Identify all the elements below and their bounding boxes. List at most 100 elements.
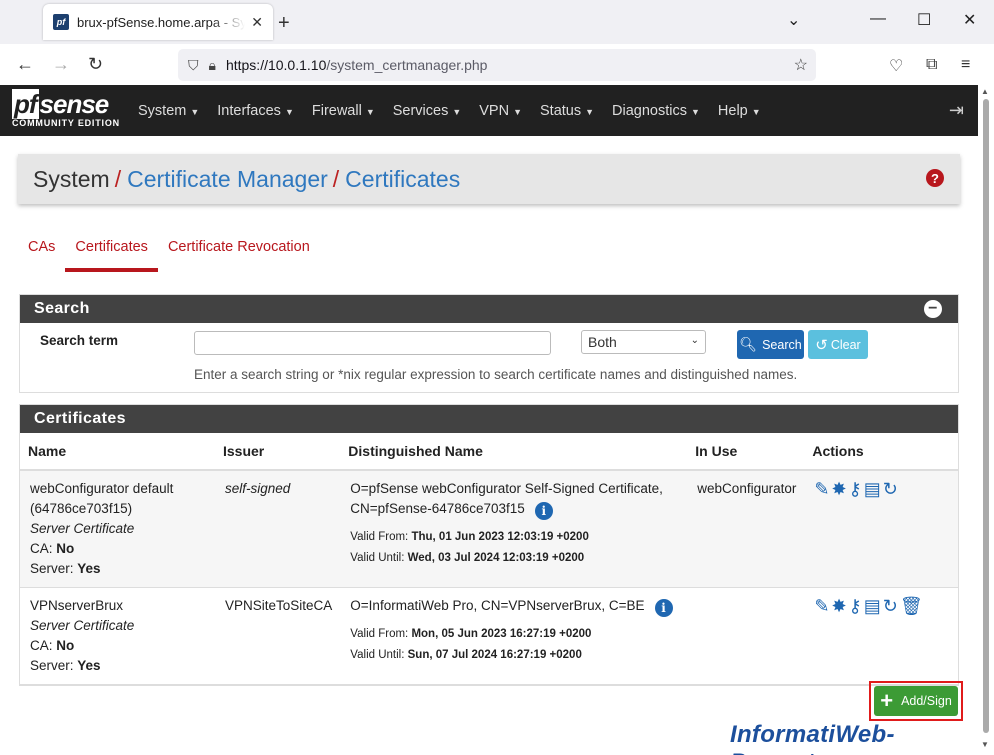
extensions-icon[interactable]: ⧉ — [926, 56, 937, 74]
certificates-panel: Certificates Name Issuer Distinguished N… — [19, 404, 959, 686]
new-tab-icon[interactable]: + — [278, 12, 290, 35]
scrollbar-thumb[interactable] — [983, 99, 989, 733]
cert-in-use — [687, 587, 805, 685]
col-actions: Actions — [804, 433, 958, 471]
info-icon[interactable]: i — [534, 502, 553, 520]
export-key-icon[interactable]: ⚷ — [849, 479, 862, 499]
trash-icon[interactable]: 🗑︎ — [900, 596, 923, 616]
bookmark-star-icon[interactable]: ☆ — [794, 55, 808, 75]
renew-icon[interactable]: ↻ — [883, 479, 898, 499]
menu-status[interactable]: Status ▼ — [540, 103, 594, 119]
close-tab-icon[interactable]: ✕ — [251, 14, 263, 31]
collapse-icon[interactable]: − — [924, 300, 942, 318]
close-window-icon[interactable]: ✕ — [963, 10, 976, 30]
watermark: InformatiWeb-Pro.net — [730, 721, 895, 755]
search-help-text: Enter a search string or *nix regular ex… — [194, 367, 798, 382]
cert-actions: ✎ ✸ ⚷ ▤ ↻ 🗑︎ — [804, 587, 958, 685]
add-sign-button[interactable]: + Add/Sign — [874, 686, 958, 716]
cert-valid-from: Thu, 01 Jun 2023 12:03:19 +0200 — [411, 531, 589, 543]
export-p12-archive-icon[interactable]: ▤ — [864, 479, 881, 499]
scroll-up-icon[interactable]: ▲ — [981, 87, 989, 96]
tab-certificate-revocation[interactable]: Certificate Revocation — [158, 236, 320, 272]
table-row: VPNserverBrux Server Certificate CA: No … — [20, 587, 958, 685]
main-menu: System ▼ Interfaces ▼ Firewall ▼ Services ▼ … — [138, 85, 779, 136]
back-icon[interactable]: ← — [16, 54, 34, 75]
cert-valid-until: Wed, 03 Jul 2024 12:03:19 +0200 — [407, 552, 585, 564]
search-button[interactable]: 🔍︎ Search — [737, 330, 804, 359]
export-p12-archive-icon[interactable]: ▤ — [864, 596, 881, 616]
scroll-down-icon[interactable]: ▼ — [981, 740, 989, 749]
cert-type: Server Certificate — [30, 521, 135, 536]
cert-dn-cell: O=pfSense webConfigurator Self-Signed Ce… — [340, 470, 688, 588]
menu-interfaces[interactable]: Interfaces ▼ — [217, 103, 294, 119]
pfsense-favicon-icon: pf — [53, 14, 69, 30]
cert-name-cell: webConfigurator default (64786ce703f15) … — [20, 470, 215, 588]
cert-ca: CA: No — [30, 638, 75, 653]
cert-valid-until: Sun, 07 Jul 2024 16:27:19 +0200 — [407, 649, 582, 661]
menu-system[interactable]: System ▼ — [138, 103, 199, 119]
add-sign-label: Add/Sign — [901, 694, 952, 708]
pfsense-logo[interactable]: pf sense COMMUNITY EDITION — [12, 89, 120, 128]
breadcrumb-certificate-manager[interactable]: Certificate Manager — [127, 166, 328, 193]
browser-tab[interactable]: pf brux-pfSense.home.arpa - System: Cert… — [43, 4, 273, 40]
menu-help[interactable]: Help ▼ — [718, 103, 761, 119]
search-body: Search term Both ⌄ 🔍︎ Search ↺ Clear Ent… — [20, 323, 958, 392]
pfsense-navbar: pf sense COMMUNITY EDITION System ▼ Interf… — [0, 85, 978, 136]
search-scope-value: Both — [588, 334, 617, 350]
cert-name: webConfigurator default (64786ce703f15) — [30, 481, 174, 516]
lock-icon[interactable]: 🔒︎ — [209, 57, 216, 74]
tab-certificates[interactable]: Certificates — [65, 236, 158, 272]
shield-icon[interactable]: ⛉ — [188, 57, 199, 74]
tab-cas[interactable]: CAs — [18, 236, 65, 272]
address-bar[interactable]: ⛉ 🔒︎ https://10.0.1.10/system_certmanage… — [178, 49, 816, 81]
tab-bar: CAs Certificates Certificate Revocation — [18, 236, 320, 272]
browser-tabbar: pf brux-pfSense.home.arpa - System: Cert… — [0, 0, 994, 44]
cert-issuer: VPNSiteToSiteCA — [215, 587, 341, 685]
breadcrumb-separator: / — [114, 165, 122, 192]
cert-server: Server: Yes — [30, 658, 101, 673]
info-icon[interactable]: i — [654, 599, 673, 617]
menu-services[interactable]: Services ▼ — [393, 103, 462, 119]
search-term-label: Search term — [40, 333, 119, 348]
export-cert-icon[interactable]: ✸ — [831, 479, 846, 499]
forward-icon[interactable]: → — [52, 54, 70, 75]
menu-firewall[interactable]: Firewall ▼ — [312, 103, 375, 119]
tab-title: brux-pfSense.home.arpa - System: Certifi… — [77, 14, 246, 30]
cert-name-cell: VPNserverBrux Server Certificate CA: No … — [20, 587, 215, 685]
clear-button[interactable]: ↺ Clear — [808, 330, 868, 359]
add-sign-highlight: + Add/Sign — [869, 681, 963, 721]
search-icon: 🔍︎ — [739, 336, 758, 352]
url-text[interactable]: https://10.0.1.10/system_certmanager.php — [226, 57, 488, 73]
help-icon[interactable]: ? — [926, 169, 944, 187]
menu-diagnostics[interactable]: Diagnostics ▼ — [612, 103, 700, 119]
reload-icon[interactable]: ↻ — [88, 54, 103, 75]
breadcrumb-system: System — [33, 165, 110, 192]
certificates-panel-header: Certificates — [20, 405, 958, 433]
search-input[interactable] — [194, 331, 551, 355]
logout-icon[interactable]: ⇥ — [949, 100, 964, 121]
maximize-icon[interactable]: ☐ — [917, 10, 931, 30]
export-key-icon[interactable]: ⚷ — [849, 596, 862, 616]
export-cert-icon[interactable]: ✸ — [831, 596, 846, 616]
list-tabs-icon[interactable]: ⌄ — [787, 10, 800, 30]
cert-actions: ✎ ✸ ⚷ ▤ ↻ — [804, 470, 958, 588]
pocket-icon[interactable]: ♡ — [889, 56, 903, 76]
menu-vpn[interactable]: VPN ▼ — [479, 103, 522, 119]
page-scrollbar[interactable]: ▲ ▼ — [978, 85, 994, 755]
cert-in-use: webConfigurator — [687, 470, 805, 588]
col-distinguished-name: Distinguished Name — [340, 433, 688, 471]
edit-pencil-icon[interactable]: ✎ — [814, 596, 829, 616]
search-scope-select[interactable]: Both ⌄ — [581, 330, 706, 354]
logo-subtitle: COMMUNITY EDITION — [12, 118, 120, 128]
certificates-panel-title: Certificates — [34, 410, 126, 427]
edit-pencil-icon[interactable]: ✎ — [814, 479, 829, 499]
cert-ca: CA: No — [30, 541, 75, 556]
page-content: System / Certificate Manager / Certifica… — [0, 136, 978, 755]
minimize-icon[interactable]: — — [870, 10, 886, 28]
renew-icon[interactable]: ↻ — [883, 596, 898, 616]
menu-hamburger-icon[interactable]: ≡ — [961, 56, 970, 74]
chevron-down-icon: ⌄ — [690, 335, 699, 346]
table-header-row: Name Issuer Distinguished Name In Use Ac… — [20, 433, 958, 471]
search-panel-title: Search — [34, 300, 90, 317]
breadcrumb-certificates[interactable]: Certificates — [345, 166, 460, 193]
